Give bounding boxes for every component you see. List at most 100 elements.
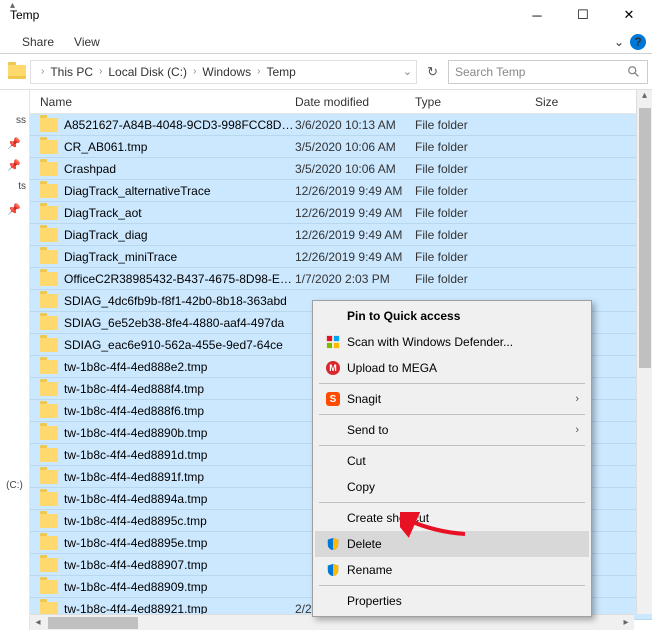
quick-item[interactable]: ss	[0, 110, 29, 132]
crumb-thispc[interactable]: This PC	[50, 65, 93, 79]
pin-icon: 📌	[0, 154, 28, 176]
col-size[interactable]: Size	[535, 95, 595, 109]
search-input[interactable]: Search Temp	[448, 60, 648, 84]
address-bar: › This PC › Local Disk (C:) › Windows › …	[0, 54, 652, 90]
titlebar: Temp ─ ☐ ✕	[0, 0, 652, 30]
folder-icon	[40, 514, 58, 528]
file-name: tw-1b8c-4f4-4ed8894a.tmp	[64, 492, 295, 506]
folder-icon	[40, 382, 58, 396]
folder-icon	[40, 294, 58, 308]
menu-defender[interactable]: Scan with Windows Defender...	[315, 329, 589, 355]
file-name: tw-1b8c-4f4-4ed888f4.tmp	[64, 382, 295, 396]
crumb-windows[interactable]: Windows	[202, 65, 251, 79]
file-date: 3/5/2020 10:06 AM	[295, 140, 415, 154]
menu-cut[interactable]: Cut	[315, 448, 589, 474]
menu-snagit[interactable]: SSnagit›	[315, 386, 589, 412]
search-placeholder: Search Temp	[455, 65, 525, 79]
file-date: 1/7/2020 2:03 PM	[295, 272, 415, 286]
folder-icon	[40, 316, 58, 330]
file-name: DiagTrack_aot	[64, 206, 295, 220]
file-name: SDIAG_6e52eb38-8fe4-4880-aaf4-497da	[64, 316, 295, 330]
pin-icon: 📌	[0, 198, 28, 220]
folder-icon	[40, 536, 58, 550]
col-name[interactable]: Name	[40, 95, 295, 109]
file-row[interactable]: DiagTrack_alternativeTrace12/26/2019 9:4…	[30, 180, 652, 202]
file-date: 3/6/2020 10:13 AM	[295, 118, 415, 132]
column-headers[interactable]: Name Date modified Type Size	[30, 90, 652, 114]
menu-sendto[interactable]: Send to›	[315, 417, 589, 443]
file-date: 12/26/2019 9:49 AM	[295, 250, 415, 264]
folder-icon	[40, 162, 58, 176]
folder-icon	[40, 558, 58, 572]
file-name: CR_AB061.tmp	[64, 140, 295, 154]
menu-shortcut[interactable]: Create shortcut	[315, 505, 589, 531]
file-row[interactable]: DiagTrack_aot12/26/2019 9:49 AMFile fold…	[30, 202, 652, 224]
file-name: tw-1b8c-4f4-4ed888e2.tmp	[64, 360, 295, 374]
ribbon: Share View ⌄ ?	[0, 30, 652, 54]
file-type: File folder	[415, 250, 535, 264]
search-icon	[627, 65, 641, 79]
file-type: File folder	[415, 206, 535, 220]
folder-icon	[40, 228, 58, 242]
menu-delete[interactable]: Delete	[315, 531, 589, 557]
sidebar-scroll-up[interactable]: ▴	[10, 0, 15, 11]
file-name: DiagTrack_miniTrace	[64, 250, 295, 264]
file-type: File folder	[415, 162, 535, 176]
menu-mega[interactable]: MUpload to MEGA	[315, 355, 589, 381]
menu-copy[interactable]: Copy	[315, 474, 589, 500]
vertical-scrollbar[interactable]: ▴	[636, 90, 652, 614]
crumb-disk[interactable]: Local Disk (C:)	[108, 65, 187, 79]
file-type: File folder	[415, 228, 535, 242]
ribbon-chevron-icon[interactable]: ⌄	[614, 35, 624, 49]
breadcrumb[interactable]: › This PC › Local Disk (C:) › Windows › …	[30, 60, 417, 84]
file-type: File folder	[415, 272, 535, 286]
crumb-temp[interactable]: Temp	[266, 65, 295, 79]
file-row[interactable]: A8521627-A84B-4048-9CD3-998FCC8D47...3/6…	[30, 114, 652, 136]
quick-item[interactable]: ts	[0, 176, 29, 198]
file-row[interactable]: DiagTrack_miniTrace12/26/2019 9:49 AMFil…	[30, 246, 652, 268]
menu-pin-quick[interactable]: Pin to Quick access	[315, 303, 589, 329]
close-button[interactable]: ✕	[606, 0, 652, 30]
menu-rename[interactable]: Rename	[315, 557, 589, 583]
file-date: 3/5/2020 10:06 AM	[295, 162, 415, 176]
file-name: tw-1b8c-4f4-4ed8890b.tmp	[64, 426, 295, 440]
file-name: tw-1b8c-4f4-4ed8895e.tmp	[64, 536, 295, 550]
folder-icon	[40, 184, 58, 198]
col-type[interactable]: Type	[415, 95, 535, 109]
tab-share[interactable]: Share	[22, 35, 54, 49]
file-type: File folder	[415, 184, 535, 198]
maximize-button[interactable]: ☐	[560, 0, 606, 30]
minimize-button[interactable]: ─	[514, 0, 560, 30]
tab-view[interactable]: View	[74, 35, 100, 49]
file-name: SDIAG_4dc6fb9b-f8f1-42b0-8b18-363abd	[64, 294, 295, 308]
help-icon[interactable]: ?	[630, 34, 646, 50]
history-chevron-icon[interactable]: ⌄	[403, 65, 412, 78]
context-menu: Pin to Quick access Scan with Windows De…	[312, 300, 592, 617]
file-row[interactable]: OfficeC2R38985432-B437-4675-8D98-E82...1…	[30, 268, 652, 290]
file-row[interactable]: DiagTrack_diag12/26/2019 9:49 AMFile fol…	[30, 224, 652, 246]
folder-icon	[40, 404, 58, 418]
file-type: File folder	[415, 118, 535, 132]
file-name: A8521627-A84B-4048-9CD3-998FCC8D47...	[64, 118, 295, 132]
folder-icon	[40, 206, 58, 220]
file-row[interactable]: CR_AB061.tmp3/5/2020 10:06 AMFile folder	[30, 136, 652, 158]
file-name: DiagTrack_diag	[64, 228, 295, 242]
menu-properties[interactable]: Properties	[315, 588, 589, 614]
folder-icon	[40, 250, 58, 264]
folder-icon	[40, 360, 58, 374]
file-name: tw-1b8c-4f4-4ed8891f.tmp	[64, 470, 295, 484]
file-name: SDIAG_eac6e910-562a-455e-9ed7-64ce	[64, 338, 295, 352]
file-date: 12/26/2019 9:49 AM	[295, 228, 415, 242]
file-name: tw-1b8c-4f4-4ed8895c.tmp	[64, 514, 295, 528]
quick-access-sidebar: ▴ ss 📌 📌 ts 📌 (C:)	[0, 90, 30, 630]
file-name: Crashpad	[64, 162, 295, 176]
col-date[interactable]: Date modified	[295, 95, 415, 109]
file-type: File folder	[415, 140, 535, 154]
file-date: 12/26/2019 9:49 AM	[295, 206, 415, 220]
drive-label[interactable]: (C:)	[0, 480, 29, 491]
file-name: OfficeC2R38985432-B437-4675-8D98-E82...	[64, 272, 295, 286]
refresh-icon[interactable]: ↻	[421, 64, 444, 80]
folder-icon	[40, 338, 58, 352]
file-row[interactable]: Crashpad3/5/2020 10:06 AMFile folder	[30, 158, 652, 180]
pin-icon: 📌	[0, 132, 28, 154]
